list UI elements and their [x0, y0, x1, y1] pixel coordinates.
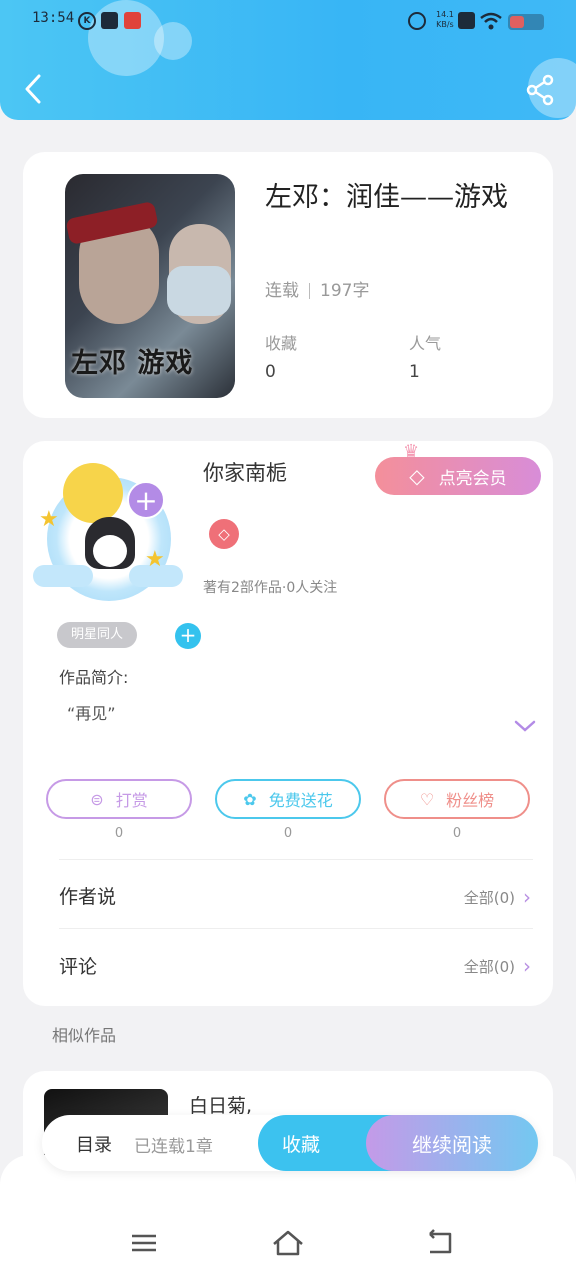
- tip-button-label: 打赏: [115, 791, 148, 810]
- user-heart-icon: ♡: [419, 789, 435, 809]
- continue-reading-label: 继续阅读: [412, 1132, 492, 1157]
- author-tag[interactable]: 明星同人: [57, 622, 138, 648]
- author-avatar[interactable]: ★ ★: [33, 453, 183, 603]
- level-badge-icon: ◇: [209, 519, 239, 549]
- comments-label: 评论: [59, 956, 98, 978]
- add-tag-button[interactable]: +: [175, 623, 201, 649]
- back-button[interactable]: [20, 72, 46, 106]
- cloud-decor: [33, 565, 93, 587]
- chevron-right-icon: ›: [523, 954, 531, 978]
- network-speed: 14.1 KB/s: [436, 10, 454, 30]
- book-status-line: 连载 197字: [265, 276, 369, 301]
- k-app-icon: K: [78, 12, 96, 30]
- popularity-label: 人气: [409, 334, 442, 353]
- author-card: ★ ★ + 你家南栀 ♛ ◇ 点亮会员 ◇ 著有2部作品·0人关注 明星同人 +…: [23, 441, 553, 1006]
- send-flower-label: 免费送花: [268, 791, 333, 810]
- top-header: 13:54 K 14.1 KB/s: [0, 0, 576, 120]
- bottom-action-bar: 目录 已连载1章 收藏 继续阅读: [42, 1115, 538, 1171]
- divider: [309, 283, 310, 299]
- divider: [59, 928, 533, 929]
- app-notification-icon: [124, 12, 141, 29]
- book-cover[interactable]: 左邓 游戏: [65, 174, 235, 398]
- yen-icon: ⊜: [90, 789, 104, 809]
- app-notification-icon: [101, 12, 118, 29]
- chevron-right-icon: ›: [523, 885, 531, 909]
- star-icon: ★: [39, 507, 59, 532]
- chevron-down-icon[interactable]: [513, 717, 537, 735]
- popularity-value: 1: [409, 362, 420, 382]
- share-icon: [526, 74, 554, 106]
- follow-author-button[interactable]: +: [127, 481, 165, 519]
- network-speed-unit: KB/s: [436, 20, 454, 29]
- fan-count: 0: [452, 826, 462, 841]
- chapter-count: 已连载1章: [134, 1137, 213, 1157]
- favorites-value: 0: [265, 362, 276, 382]
- battery-icon: [508, 14, 544, 30]
- tip-count: 0: [114, 826, 124, 841]
- similar-works-label: 相似作品: [52, 1026, 117, 1045]
- author-says-label: 作者说: [59, 886, 117, 908]
- similar-work-title: 白日菊,: [189, 1095, 253, 1117]
- home-icon[interactable]: [270, 1226, 306, 1260]
- sim-off-icon: [458, 12, 475, 29]
- diamond-icon: ◇: [409, 464, 425, 488]
- star-icon: ★: [145, 547, 165, 572]
- toc-button[interactable]: 目录: [76, 1131, 112, 1157]
- alarm-icon: [408, 12, 426, 30]
- continue-reading-button[interactable]: 继续阅读: [366, 1115, 538, 1171]
- flower-icon: ✿: [243, 789, 257, 809]
- flower-count: 0: [283, 826, 293, 841]
- word-count: 197字: [320, 281, 370, 301]
- back-icon[interactable]: [422, 1226, 458, 1260]
- author-meta: 著有2部作品·0人关注: [203, 580, 338, 596]
- book-info-card: 左邓 游戏 左邓：润佳——游戏 连载 197字 收藏 0 人气 1: [23, 152, 553, 418]
- chevron-left-icon: [25, 74, 41, 104]
- avatar-character-face: [93, 535, 127, 567]
- fan-ranking-button[interactable]: ♡ 粉丝榜: [384, 779, 530, 819]
- comments-all-link[interactable]: 全部(0) ›: [464, 954, 531, 978]
- fan-ranking-label: 粉丝榜: [446, 791, 495, 810]
- collect-button-label: 收藏: [282, 1133, 321, 1156]
- author-name: 你家南栀: [203, 461, 287, 485]
- book-title: 左邓：润佳——游戏: [265, 182, 508, 213]
- cover-mask: [167, 266, 231, 316]
- divider: [59, 859, 533, 860]
- cover-title-text: 左邓 游戏: [71, 348, 194, 379]
- vip-button[interactable]: ◇ 点亮会员: [375, 457, 541, 495]
- serial-status: 连载: [265, 281, 299, 301]
- intro-label: 作品简介:: [59, 668, 129, 687]
- tip-button[interactable]: ⊜ 打赏: [46, 779, 192, 819]
- network-speed-value: 14.1: [436, 10, 454, 19]
- status-time: 13:54: [32, 10, 75, 26]
- wifi-icon: [480, 12, 502, 30]
- author-says-all-text: 全部(0): [463, 888, 515, 907]
- intro-text: “再见”: [67, 704, 116, 723]
- author-says-all-link[interactable]: 全部(0) ›: [464, 885, 531, 909]
- system-nav-bar: [0, 1218, 576, 1268]
- status-bar: 13:54 K 14.1 KB/s: [0, 8, 576, 36]
- send-flower-button[interactable]: ✿ 免费送花: [215, 779, 361, 819]
- share-button[interactable]: [524, 74, 556, 106]
- vip-button-label: 点亮会员: [438, 468, 507, 489]
- comments-all-text: 全部(0): [463, 957, 515, 976]
- menu-icon[interactable]: [126, 1226, 162, 1260]
- favorites-label: 收藏: [265, 334, 298, 353]
